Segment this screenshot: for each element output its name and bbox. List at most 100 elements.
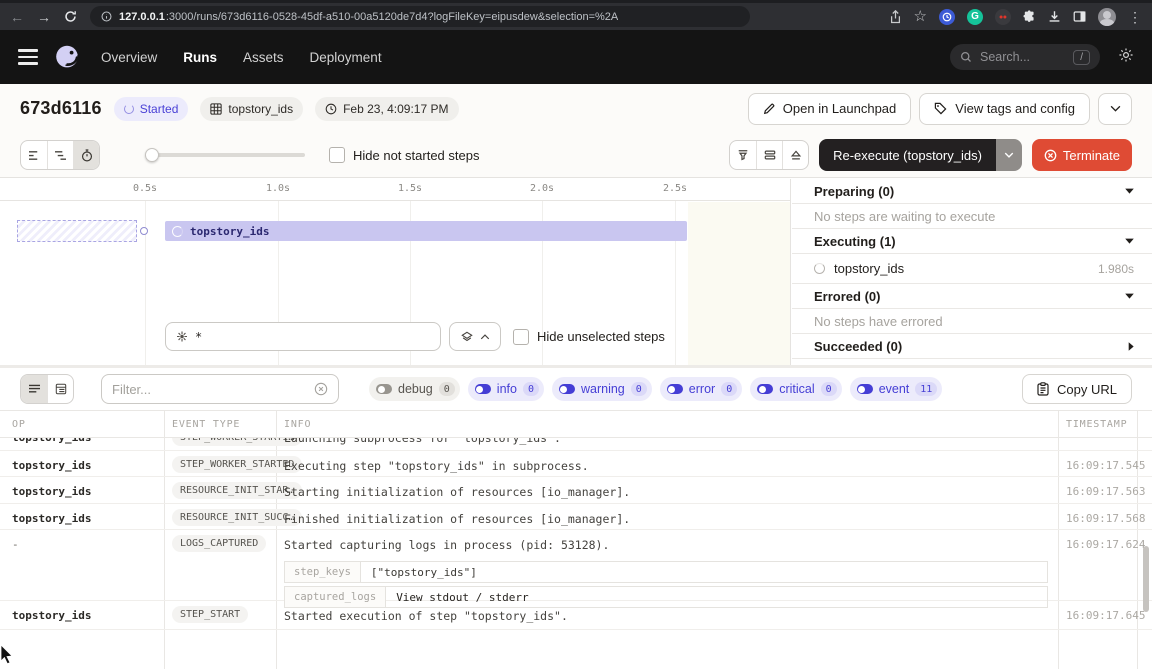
info-cell: Started execution of step "topstory_ids"… xyxy=(284,609,568,623)
log-row[interactable]: topstory_ids RESOURCE_INIT_STAR… Startin… xyxy=(0,477,1152,504)
app-window: ← → 127.0.0.1:3000/runs/673d6116-0528-45… xyxy=(0,0,1152,669)
terminate-button[interactable]: Terminate xyxy=(1032,139,1132,171)
extensions-puzzle-icon[interactable] xyxy=(1023,10,1036,23)
reexecute-split-button: Re-execute (topstory_ids) xyxy=(819,139,1022,171)
site-info-icon[interactable] xyxy=(101,11,112,22)
url-host: 127.0.0.1 xyxy=(119,11,165,23)
event-type-badge: STEP_WORKER_STARTED xyxy=(172,456,302,473)
log-row-logs-captured[interactable]: - LOGS_CAPTURED Started capturing logs i… xyxy=(0,530,1152,601)
browser-toolbar: ← → 127.0.0.1:3000/runs/673d6116-0528-45… xyxy=(0,0,1152,30)
log-row[interactable]: topstory_ids RESOURCE_INIT_SUCC… Finishe… xyxy=(0,504,1152,530)
extension-clock-icon[interactable] xyxy=(939,9,955,25)
caret-down-icon xyxy=(1125,188,1134,194)
op-cell: - xyxy=(12,538,19,551)
op-cell: topstory_ids xyxy=(12,512,91,525)
step-duration: 1.980s xyxy=(1098,262,1134,276)
dagster-navbar: Overview Runs Assets Deployment Search..… xyxy=(0,30,1152,84)
browser-menu-icon[interactable]: ⋮ xyxy=(1128,10,1142,24)
header-more-button[interactable] xyxy=(1098,93,1132,125)
dagster-logo[interactable] xyxy=(54,44,81,71)
level-chip-event[interactable]: event11 xyxy=(850,377,943,401)
open-in-launchpad-button[interactable]: Open in Launchpad xyxy=(748,93,911,125)
caret-down-icon xyxy=(1125,238,1134,244)
level-chip-error[interactable]: error0 xyxy=(660,377,742,401)
job-tag[interactable]: topstory_ids xyxy=(200,97,303,121)
global-search[interactable]: Search... / xyxy=(950,44,1100,70)
level-chip-debug[interactable]: debug0 xyxy=(369,377,460,401)
op-selection-input[interactable] xyxy=(195,330,430,344)
browser-profile-avatar[interactable] xyxy=(1098,8,1116,26)
log-view-segmented xyxy=(20,374,74,404)
col-event-type: EVENT TYPE xyxy=(172,419,240,430)
level-chip-warning[interactable]: warning0 xyxy=(552,377,652,401)
view-tags-config-button[interactable]: View tags and config xyxy=(919,93,1090,125)
nav-deployment[interactable]: Deployment xyxy=(310,50,382,65)
event-type-badge: RESOURCE_INIT_STAR… xyxy=(172,482,302,499)
info-cell: Executing step "topstory_ids" in subproc… xyxy=(284,459,589,473)
structured-log-view-button[interactable] xyxy=(47,375,73,403)
sidebar-toggle-icon[interactable] xyxy=(1073,10,1086,23)
hide-unselected-label[interactable]: Hide unselected steps xyxy=(537,329,665,344)
unstructured-log-view-button[interactable] xyxy=(21,375,47,403)
selection-zoom-button[interactable] xyxy=(449,322,501,351)
search-placeholder: Search... xyxy=(980,50,1030,64)
level-chip-critical[interactable]: critical0 xyxy=(750,377,841,401)
share-icon[interactable] xyxy=(889,10,902,24)
layers-icon xyxy=(461,331,473,343)
log-scrollbar-thumb[interactable] xyxy=(1143,546,1149,612)
toggle-icon xyxy=(667,384,683,394)
level-count: 0 xyxy=(821,382,837,396)
url-bar[interactable]: 127.0.0.1:3000/runs/673d6116-0528-45df-a… xyxy=(90,6,750,27)
slider-knob[interactable] xyxy=(145,148,159,162)
executing-step-row[interactable]: topstory_ids 1.980s xyxy=(792,254,1152,284)
hide-not-started-label[interactable]: Hide not started steps xyxy=(353,148,479,163)
waterfall-mode-button[interactable] xyxy=(47,141,73,169)
flat-list-mode-button[interactable] xyxy=(21,141,47,169)
log-table: OP EVENT TYPE INFO TIMESTAMP topstory_id… xyxy=(0,410,1152,669)
eject-icon[interactable] xyxy=(782,141,808,169)
event-type-badge: RESOURCE_INIT_SUCC… xyxy=(172,509,302,526)
reexecute-dropdown-button[interactable] xyxy=(996,139,1022,171)
copy-url-button[interactable]: Copy URL xyxy=(1022,374,1132,404)
bookmark-star-icon[interactable]: ☆ xyxy=(914,9,927,24)
nav-runs[interactable]: Runs xyxy=(183,50,217,65)
log-row[interactable]: topstory_ids STEP_WORKER_STARTED Executi… xyxy=(0,451,1152,477)
nav-assets[interactable]: Assets xyxy=(243,50,284,65)
gantt-zoom-slider[interactable] xyxy=(145,148,305,162)
settings-gear-icon[interactable] xyxy=(1118,47,1134,68)
section-succeeded[interactable]: Succeeded (0) xyxy=(792,334,1152,359)
toggle-icon xyxy=(857,384,873,394)
toggle-icon xyxy=(559,384,575,394)
extension-grammarly-icon[interactable]: G xyxy=(967,9,983,25)
level-chip-info[interactable]: info0 xyxy=(468,377,544,401)
hide-not-started-checkbox[interactable] xyxy=(329,147,345,163)
run-id: 673d6116 xyxy=(20,98,102,119)
browser-forward-icon[interactable]: → xyxy=(37,10,51,24)
gantt-bar-label: topstory_ids xyxy=(190,225,269,238)
section-preparing[interactable]: Preparing (0) xyxy=(792,179,1152,204)
downloads-icon[interactable] xyxy=(1048,10,1061,23)
hide-unselected-checkbox[interactable] xyxy=(513,329,529,345)
level-count: 0 xyxy=(721,382,737,396)
log-row-partial[interactable]: topstory_ids STEP_WORKER_STARTI… Launchi… xyxy=(0,438,1152,451)
main-nav: Overview Runs Assets Deployment xyxy=(101,50,382,65)
gantt-step-bar[interactable]: topstory_ids xyxy=(165,221,687,241)
meta-value: ["topstory_ids"] xyxy=(361,562,487,582)
hamburger-menu-icon[interactable] xyxy=(18,49,38,65)
log-filter-input[interactable] xyxy=(112,382,308,397)
toggle-icon xyxy=(757,384,773,394)
rows-icon[interactable] xyxy=(756,141,782,169)
filter-funnel-icon[interactable] xyxy=(730,141,756,169)
log-row[interactable]: topstory_ids STEP_START Started executio… xyxy=(0,601,1152,630)
clear-filter-icon[interactable] xyxy=(314,382,328,396)
nav-overview[interactable]: Overview xyxy=(101,50,157,65)
browser-back-icon[interactable]: ← xyxy=(10,10,24,24)
timestamp-cell: 16:09:17.545 xyxy=(1066,459,1145,472)
section-errored[interactable]: Errored (0) xyxy=(792,284,1152,309)
browser-reload-icon[interactable] xyxy=(64,10,77,23)
extension-skull-icon[interactable] xyxy=(995,9,1011,25)
timing-mode-button[interactable] xyxy=(73,141,99,169)
reexecute-button[interactable]: Re-execute (topstory_ids) xyxy=(819,139,996,171)
section-executing[interactable]: Executing (1) xyxy=(792,229,1152,254)
log-filter-wrap xyxy=(101,374,339,404)
